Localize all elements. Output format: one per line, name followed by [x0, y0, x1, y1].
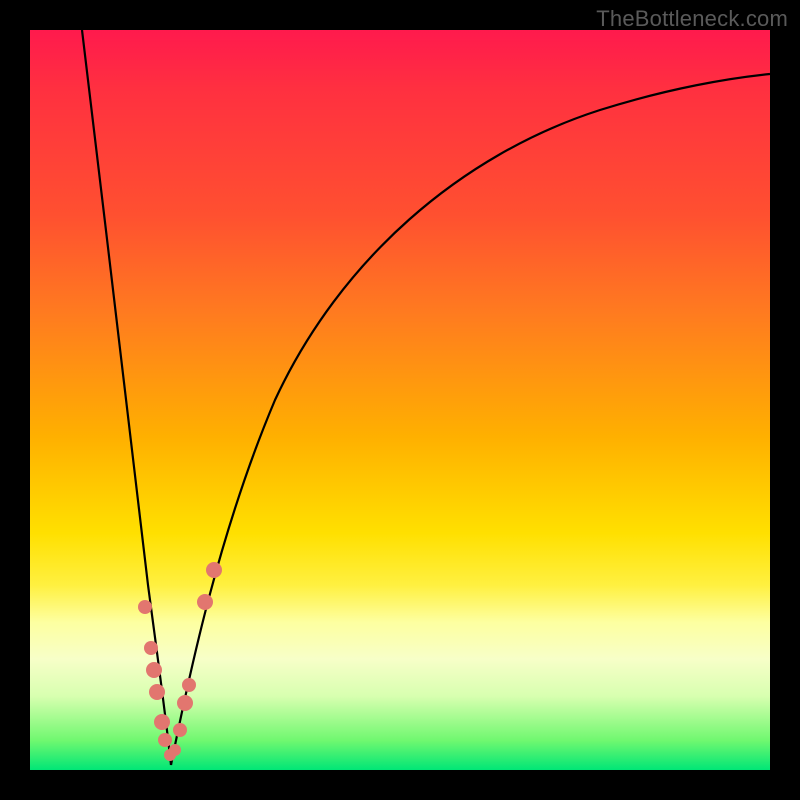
- chart-svg: [30, 30, 770, 770]
- markers-right: [169, 562, 222, 756]
- marker: [177, 695, 193, 711]
- curve-right-branch: [171, 74, 770, 765]
- marker: [173, 723, 187, 737]
- marker: [169, 744, 181, 756]
- marker: [206, 562, 222, 578]
- outer-frame: TheBottleneck.com: [0, 0, 800, 800]
- marker: [144, 641, 158, 655]
- marker: [138, 600, 152, 614]
- marker: [197, 594, 213, 610]
- marker: [154, 714, 170, 730]
- marker: [146, 662, 162, 678]
- plot-area: [30, 30, 770, 770]
- marker: [149, 684, 165, 700]
- curve-left-branch: [82, 30, 171, 765]
- marker: [182, 678, 196, 692]
- markers-left: [138, 600, 176, 761]
- watermark-text: TheBottleneck.com: [596, 6, 788, 32]
- marker: [158, 733, 172, 747]
